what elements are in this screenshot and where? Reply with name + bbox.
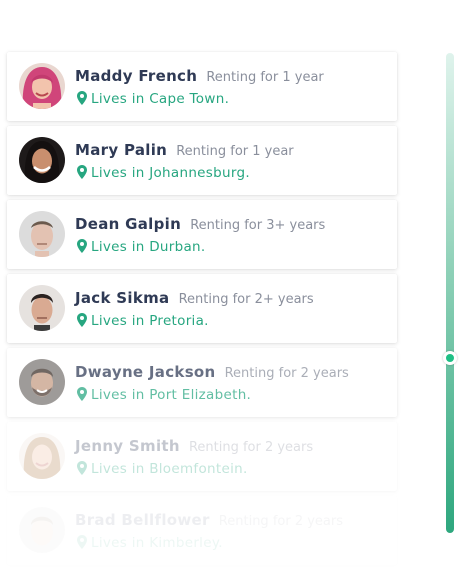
rental-duration: Renting for 2 years bbox=[188, 440, 314, 455]
tenant-location: Lives in Durban. bbox=[91, 239, 206, 255]
tenant-location: Lives in Port Elizabeth. bbox=[91, 387, 252, 403]
tenant-card[interactable]: Maddy French Renting for 1 year Lives in… bbox=[7, 52, 397, 121]
avatar bbox=[19, 507, 65, 553]
rental-duration: Renting for 2 years bbox=[224, 366, 349, 381]
tenant-card[interactable]: Jack Sikma Renting for 2+ years Lives in… bbox=[7, 274, 397, 343]
tenant-location: Lives in Kimberley. bbox=[91, 535, 223, 551]
tenant-card[interactable]: Brad Bellflower Renting for 2 years Live… bbox=[7, 496, 397, 565]
scrollbar-handle-dot bbox=[446, 354, 454, 362]
location-pin-icon bbox=[77, 165, 87, 179]
avatar bbox=[19, 285, 65, 331]
rental-duration: Renting for 2+ years bbox=[178, 292, 314, 307]
tenant-card[interactable]: Dwayne Jackson Renting for 2 years Lives… bbox=[7, 348, 397, 417]
tenant-name: Maddy French bbox=[75, 67, 198, 85]
tenant-name: Jenny Smith bbox=[75, 437, 180, 455]
tenant-location: Lives in Johannesburg. bbox=[91, 165, 250, 181]
location-pin-icon bbox=[77, 313, 87, 327]
tenant-card[interactable]: Jenny Smith Renting for 2 years Lives in… bbox=[7, 422, 397, 491]
tenant-name: Jack Sikma bbox=[75, 289, 170, 307]
tenant-name: Mary Palin bbox=[75, 141, 168, 159]
tenant-location: Lives in Pretoria. bbox=[91, 313, 209, 329]
tenant-card[interactable]: Dean Galpin Renting for 3+ years Lives i… bbox=[7, 200, 397, 269]
avatar bbox=[19, 211, 65, 257]
location-pin-icon bbox=[77, 535, 87, 549]
tenant-card[interactable]: Mary Palin Renting for 1 year Lives in J… bbox=[7, 126, 397, 195]
rental-duration: Renting for 2 years bbox=[218, 514, 344, 529]
avatar bbox=[19, 359, 65, 405]
location-pin-icon bbox=[77, 239, 87, 253]
rental-duration: Renting for 3+ years bbox=[190, 218, 326, 233]
tenant-name: Dwayne Jackson bbox=[75, 363, 216, 381]
location-pin-icon bbox=[77, 91, 87, 105]
avatar bbox=[19, 137, 65, 183]
tenant-list: Maddy French Renting for 1 year Lives in… bbox=[7, 52, 397, 570]
rental-duration: Renting for 1 year bbox=[206, 70, 324, 85]
rental-duration: Renting for 1 year bbox=[176, 144, 294, 159]
scrollbar-track[interactable] bbox=[446, 53, 454, 533]
location-pin-icon bbox=[77, 461, 87, 475]
tenant-name: Brad Bellflower bbox=[75, 511, 210, 529]
avatar bbox=[19, 433, 65, 479]
tenant-name: Dean Galpin bbox=[75, 215, 182, 233]
tenant-location: Lives in Bloemfontein. bbox=[91, 461, 248, 477]
location-pin-icon bbox=[77, 387, 87, 401]
tenant-location: Lives in Cape Town. bbox=[91, 91, 230, 107]
scrollbar-handle[interactable] bbox=[443, 351, 457, 365]
avatar bbox=[19, 63, 65, 109]
